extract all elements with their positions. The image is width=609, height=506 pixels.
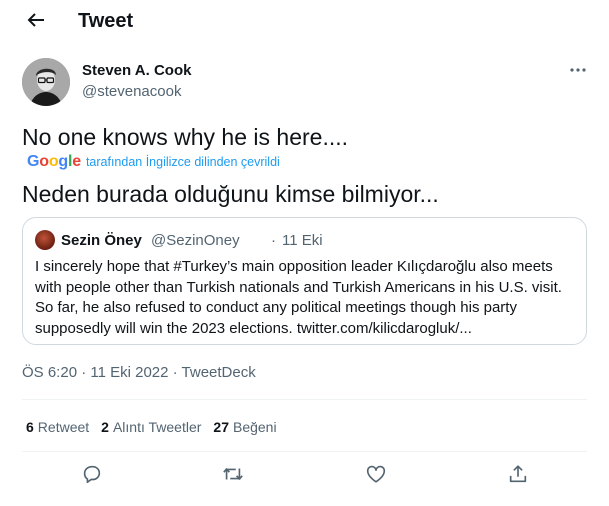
like-count-value: 27 bbox=[213, 419, 229, 435]
quote-text: I sincerely hope that #Turkey’s main opp… bbox=[35, 258, 562, 337]
google-logo: Google bbox=[27, 153, 81, 170]
like-count-label: Beğeni bbox=[232, 419, 277, 435]
translated-text: Neden burada olduğunu kimse bilmiyor... bbox=[22, 181, 439, 207]
tweet-timestamp[interactable]: ÖS 6:20 · 11 Eki 2022 · TweetDeck bbox=[22, 364, 256, 382]
tweet-text: No one knows why he is here.... bbox=[22, 124, 348, 150]
quote-separator: · bbox=[271, 232, 276, 249]
share-button[interactable] bbox=[507, 463, 529, 485]
more-icon bbox=[570, 68, 586, 72]
retweet-button[interactable] bbox=[222, 463, 244, 485]
quote-date: 11 Eki bbox=[282, 232, 323, 249]
quote-author-name: Sezin Öney bbox=[61, 232, 142, 249]
page-title: Tweet bbox=[78, 10, 134, 32]
translation-label[interactable]: tarafından İngilizce dilinden çevrildi bbox=[86, 155, 280, 169]
reply-button[interactable] bbox=[81, 463, 103, 485]
divider bbox=[22, 451, 587, 452]
retweet-count-value: 6 bbox=[26, 419, 34, 435]
quote-author-handle: @SezinOney bbox=[151, 232, 240, 249]
quote-avatar bbox=[35, 230, 55, 250]
author-handle[interactable]: @stevenacook bbox=[82, 83, 181, 101]
like-button[interactable] bbox=[365, 463, 387, 485]
reply-icon bbox=[83, 465, 101, 484]
quote-count-value: 2 bbox=[101, 419, 109, 435]
heart-icon bbox=[366, 465, 386, 483]
avatar[interactable] bbox=[22, 58, 70, 106]
engagement-stats: 6 Retweet 2 Alıntı Tweetler 27 Beğeni bbox=[26, 418, 289, 436]
share-icon bbox=[509, 465, 527, 483]
quote-count-label: Alıntı Tweetler bbox=[112, 419, 202, 435]
more-button[interactable] bbox=[568, 62, 588, 78]
retweet-count-label: Retweet bbox=[37, 419, 90, 435]
quote-count[interactable]: 2 Alıntı Tweetler bbox=[101, 418, 201, 436]
author-name[interactable]: Steven A. Cook bbox=[82, 62, 191, 80]
arrow-left-icon bbox=[27, 13, 44, 27]
retweet-count[interactable]: 6 Retweet bbox=[26, 418, 89, 436]
back-button[interactable] bbox=[24, 8, 48, 32]
translation-notice[interactable]: Google tarafından İngilizce dilinden çev… bbox=[27, 153, 280, 171]
retweet-icon bbox=[223, 468, 243, 480]
like-count[interactable]: 27 Beğeni bbox=[213, 418, 276, 436]
divider bbox=[22, 399, 587, 400]
quoted-tweet[interactable]: Sezin Öney @SezinOney · 11 Eki I sincere… bbox=[22, 217, 587, 345]
